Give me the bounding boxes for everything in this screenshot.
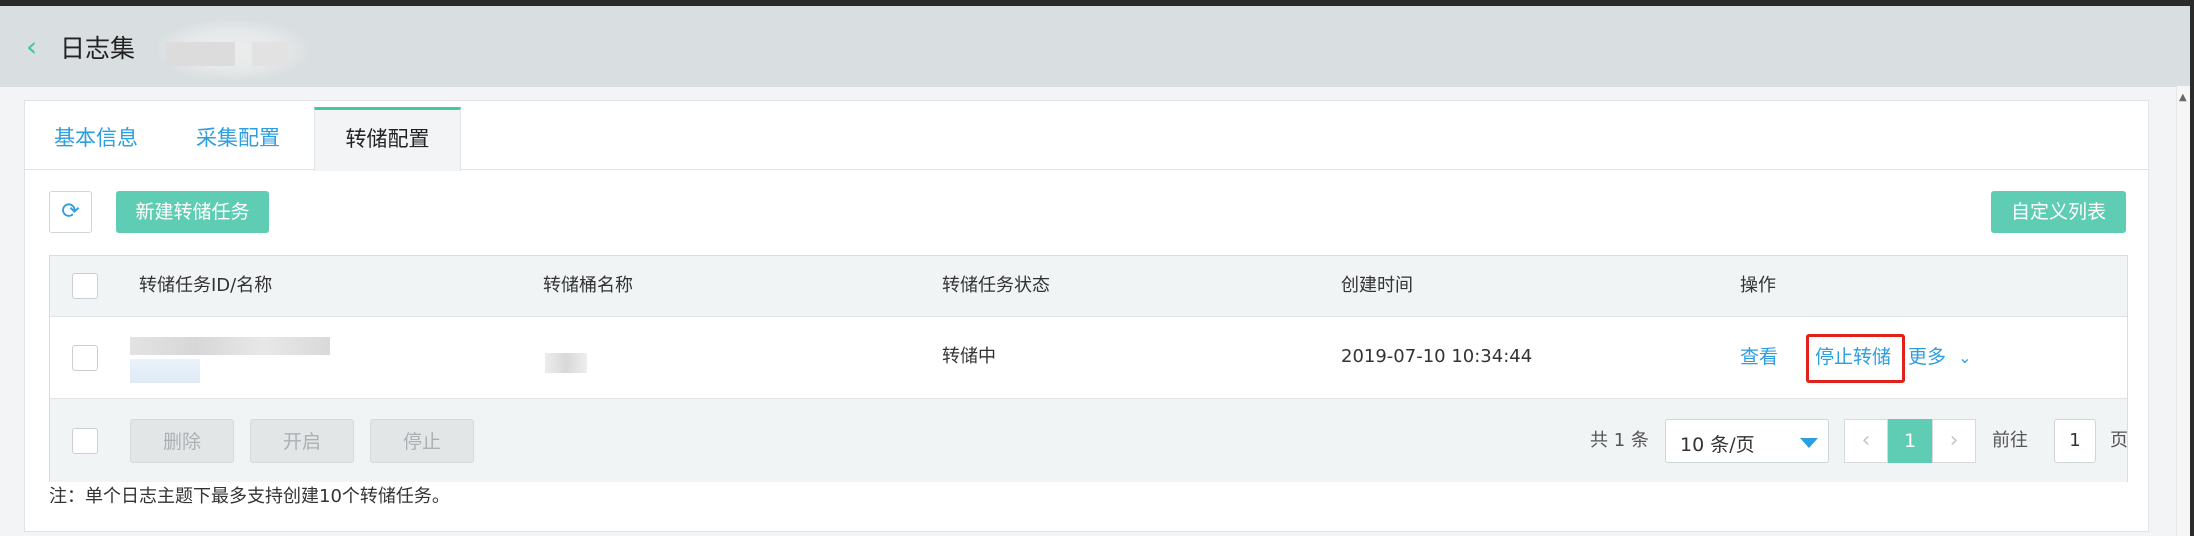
- custom-columns-button[interactable]: 自定义列表: [1991, 191, 2126, 233]
- redacted-name-blur-left: [165, 42, 235, 66]
- tab-bar: 基本信息 采集配置 转储配置: [25, 107, 2148, 171]
- page-size-select[interactable]: 10 条/页: [1665, 419, 1829, 463]
- next-page-button[interactable]: ›: [1932, 419, 1976, 463]
- column-header-actions: 操作: [1740, 275, 1776, 296]
- table-header: 转储任务ID/名称 转储桶名称 转储任务状态 创建时间 操作: [50, 256, 2127, 317]
- page-header: ‹ 日志集: [0, 6, 2190, 87]
- table-row: 转储中 2019-07-10 10:34:44 查看 停止转储 更多 ⌄: [50, 317, 2127, 399]
- more-dropdown[interactable]: 更多 ⌄: [1908, 345, 1971, 370]
- caret-down-icon: [1800, 438, 1818, 448]
- refresh-icon: ⟳: [61, 199, 80, 224]
- goto-suffix: 页: [2110, 430, 2128, 451]
- enable-button[interactable]: 开启: [250, 419, 354, 463]
- tab-dump-config[interactable]: 转储配置: [314, 107, 461, 171]
- goto-prefix: 前往: [1992, 430, 2028, 451]
- dump-task-table: 转储任务ID/名称 转储桶名称 转储任务状态 创建时间 操作 转储中 2019-…: [49, 255, 2128, 482]
- view-link[interactable]: 查看: [1740, 345, 1778, 369]
- redacted-bucket-name-blur: [545, 353, 587, 373]
- more-label: 更多: [1908, 346, 1947, 368]
- new-dump-task-button[interactable]: 新建转储任务: [116, 191, 269, 233]
- column-header-created-time: 创建时间: [1341, 275, 1413, 296]
- app-window: ‹ 日志集 ▲ 基本信息 采集配置 转储配置 ⟳ 新建转储任务 自定义列表 转储…: [0, 6, 2190, 536]
- row-checkbox[interactable]: [72, 345, 98, 371]
- tab-collection-config[interactable]: 采集配置: [167, 107, 309, 169]
- stop-dump-highlight-box: [1806, 334, 1905, 383]
- redacted-task-name-blur: [130, 359, 200, 383]
- redacted-name-blur-right: [252, 42, 288, 66]
- content-panel: 基本信息 采集配置 转储配置 ⟳ 新建转储任务 自定义列表 转储任务ID/名称 …: [24, 100, 2149, 532]
- page-size-value: 10 条/页: [1680, 434, 1755, 456]
- task-limit-note: 注：单个日志主题下最多支持创建10个转储任务。: [49, 486, 450, 507]
- tab-basic-info[interactable]: 基本信息: [25, 107, 167, 169]
- stop-button[interactable]: 停止: [370, 419, 474, 463]
- column-header-bucket-name: 转储桶名称: [543, 275, 633, 296]
- prev-page-button[interactable]: ‹: [1844, 419, 1888, 463]
- column-header-task-status: 转储任务状态: [942, 275, 1050, 296]
- page-title: 日志集: [60, 34, 136, 63]
- refresh-button[interactable]: ⟳: [49, 191, 92, 233]
- current-page-button[interactable]: 1: [1888, 419, 1932, 463]
- total-count: 共 1 条: [1590, 430, 1649, 451]
- created-time: 2019-07-10 10:34:44: [1341, 346, 1533, 367]
- select-all-checkbox[interactable]: [72, 273, 98, 299]
- table-footer: 删除 开启 停止 共 1 条 10 条/页 ‹ 1 › 前往 1 页: [50, 399, 2128, 482]
- chevron-down-icon: ⌄: [1958, 348, 1972, 367]
- column-header-task-id-name: 转储任务ID/名称: [139, 275, 273, 296]
- redacted-task-id-blur: [130, 337, 330, 355]
- scroll-up-arrow-icon[interactable]: ▲: [2179, 92, 2187, 103]
- footer-select-all-checkbox[interactable]: [72, 428, 98, 454]
- chevron-left-icon[interactable]: ‹: [26, 33, 42, 61]
- task-status: 转储中: [942, 346, 996, 367]
- delete-button[interactable]: 删除: [130, 419, 234, 463]
- goto-page-input[interactable]: 1: [2054, 419, 2096, 463]
- page-scrollbar[interactable]: ▲: [2176, 86, 2190, 536]
